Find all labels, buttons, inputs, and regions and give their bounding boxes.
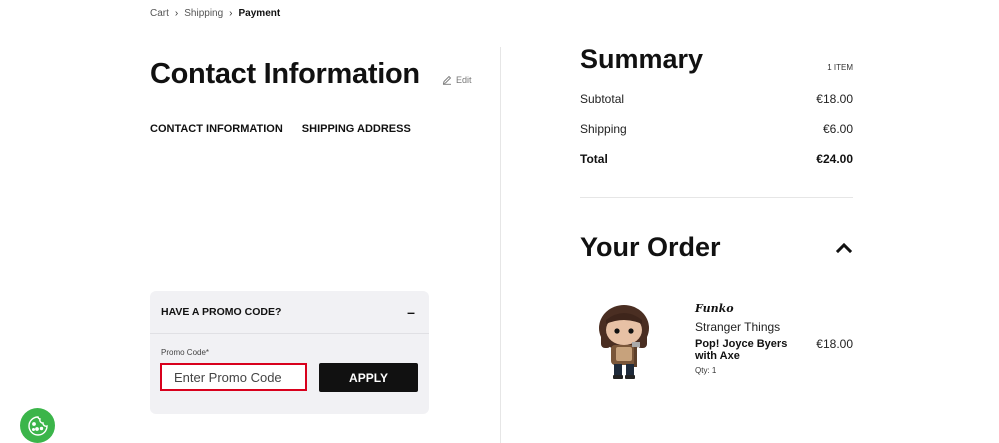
product-quantity: Qty: 1 — [695, 366, 717, 375]
product-series: Stranger Things — [695, 320, 781, 334]
subtotal-label: Subtotal — [580, 92, 625, 106]
your-order-title: Your Order — [580, 232, 721, 262]
contact-section: Contact Information Edit CONTACT INFORMA… — [150, 0, 480, 443]
product-image — [599, 305, 649, 379]
promo-code-input[interactable] — [160, 363, 307, 391]
subtotal-value: €18.00 — [816, 92, 853, 106]
page-title: Contact Information — [150, 58, 420, 90]
apply-promo-button[interactable]: APPLY — [319, 363, 418, 392]
order-summary: Summary 1 ITEM Subtotal €18.00 Shipping … — [580, 0, 853, 443]
chevron-up-icon[interactable] — [835, 240, 853, 256]
summary-title: Summary — [580, 44, 704, 74]
cookie-settings-button[interactable] — [20, 408, 55, 443]
shipping-row: Shipping €6.00 — [580, 122, 853, 136]
shipping-label: Shipping — [580, 122, 627, 136]
promo-divider — [150, 333, 429, 334]
item-count: 1 ITEM — [827, 63, 853, 72]
promo-collapse-toggle[interactable]: – — [404, 304, 418, 320]
subtotal-row: Subtotal €18.00 — [580, 92, 853, 106]
column-divider — [500, 47, 501, 443]
promo-field-label: Promo Code* — [161, 348, 210, 357]
brand-logo: Funko — [695, 302, 734, 315]
cookie-icon — [27, 415, 48, 436]
pencil-icon — [442, 75, 452, 85]
total-value: €24.00 — [816, 152, 853, 166]
contact-tabs: CONTACT INFORMATION SHIPPING ADDRESS — [150, 123, 411, 135]
edit-label: Edit — [456, 75, 472, 85]
edit-contact-link[interactable]: Edit — [442, 75, 472, 85]
tab-shipping-address: SHIPPING ADDRESS — [301, 123, 411, 135]
summary-divider — [580, 197, 853, 198]
total-row: Total €24.00 — [580, 152, 853, 166]
promo-heading: HAVE A PROMO CODE? — [161, 306, 282, 318]
total-label: Total — [580, 152, 608, 166]
promo-code-panel: HAVE A PROMO CODE? – Promo Code* APPLY — [150, 291, 429, 414]
shipping-value: €6.00 — [822, 122, 853, 136]
product-price: €18.00 — [816, 337, 853, 351]
tab-contact-information: CONTACT INFORMATION — [150, 123, 283, 135]
product-name[interactable]: Pop! Joyce Byers with Axe — [695, 338, 795, 362]
